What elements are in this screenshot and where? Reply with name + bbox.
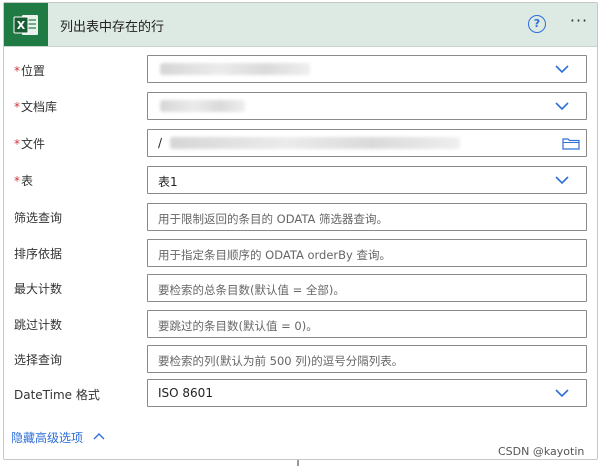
datetime-format-value: ISO 8601	[158, 386, 213, 400]
chevron-down-icon	[555, 102, 569, 111]
file-value: /	[158, 136, 163, 150]
action-title: 列出表中存在的行	[60, 20, 165, 35]
skip-count-label: 跳过计数	[14, 318, 63, 332]
order-by-label: 排序依据	[14, 247, 63, 261]
top-count-input[interactable]: 要检索的总条目数(默认值 = 全部)。	[147, 274, 587, 302]
order-by-placeholder: 用于指定条目顺序的 ODATA orderBy 查询。	[158, 248, 392, 262]
chevron-down-icon	[555, 389, 569, 398]
chevron-down-icon	[555, 65, 569, 74]
skip-count-placeholder: 要跳过的条目数(默认值 = 0)。	[158, 319, 318, 333]
more-options-icon[interactable]: ···	[567, 11, 591, 35]
action-header[interactable]: X 列出表中存在的行 ? ···	[4, 3, 597, 47]
required-marker: *	[14, 64, 20, 78]
chevron-up-icon[interactable]	[93, 432, 105, 440]
required-marker: *	[14, 137, 20, 151]
document-library-label: *文档库	[14, 100, 58, 114]
table-value: 表1	[158, 175, 178, 189]
help-icon[interactable]: ?	[528, 15, 546, 33]
excel-logo-letter: X	[17, 19, 26, 32]
table-label: *表	[14, 174, 34, 188]
select-query-placeholder: 要检索的列(默认为前 500 列)的逗号分隔列表。	[158, 354, 404, 368]
datetime-format-label: DateTime 格式	[14, 388, 100, 402]
skip-count-input[interactable]: 要跳过的条目数(默认值 = 0)。	[147, 310, 587, 338]
order-by-input[interactable]: 用于指定条目顺序的 ODATA orderBy 查询。	[147, 239, 587, 267]
required-marker: *	[14, 100, 20, 114]
top-count-label: 最大计数	[14, 282, 63, 296]
watermark-text: CSDN @kayotin	[498, 445, 585, 458]
hide-advanced-options-link[interactable]: 隐藏高级选项	[11, 429, 83, 446]
connector-tick	[297, 460, 299, 466]
table-dropdown[interactable]: 表1	[147, 166, 587, 194]
file-picker[interactable]: /	[147, 129, 587, 157]
filter-query-label: 筛选查询	[14, 211, 63, 225]
select-query-label: 选择查询	[14, 353, 63, 367]
required-marker: *	[14, 174, 20, 188]
folder-icon[interactable]	[562, 137, 580, 150]
redacted-value	[170, 137, 460, 149]
top-count-placeholder: 要检索的总条目数(默认值 = 全部)。	[158, 283, 345, 297]
action-card: X 列出表中存在的行 ? ··· *位置 *文档库 *文件 / *表 表1 筛选…	[3, 2, 598, 460]
location-label: *位置	[14, 64, 46, 78]
location-dropdown[interactable]	[147, 55, 587, 83]
select-query-input[interactable]: 要检索的列(默认为前 500 列)的逗号分隔列表。	[147, 345, 587, 373]
datetime-format-dropdown[interactable]: ISO 8601	[147, 379, 587, 407]
filter-query-placeholder: 用于限制返回的条目的 ODATA 筛选器查询。	[158, 212, 388, 226]
redacted-value	[160, 100, 245, 112]
filter-query-input[interactable]: 用于限制返回的条目的 ODATA 筛选器查询。	[147, 203, 587, 231]
excel-logo-icon: X	[4, 3, 48, 46]
redacted-value	[160, 63, 310, 75]
document-library-dropdown[interactable]	[147, 92, 587, 120]
chevron-down-icon	[555, 176, 569, 185]
file-label: *文件	[14, 137, 46, 151]
